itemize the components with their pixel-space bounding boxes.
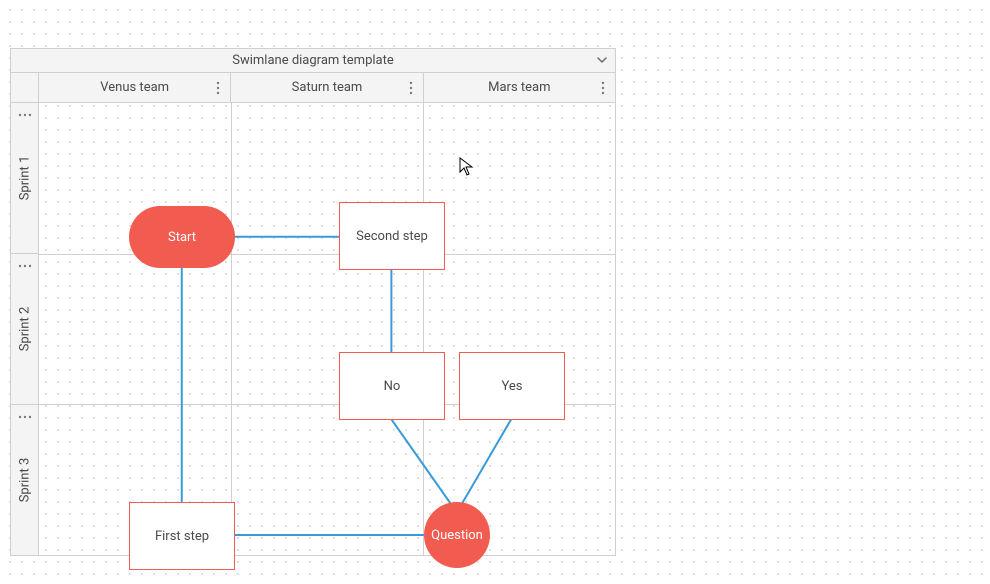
node-label: Question	[431, 528, 483, 543]
node-label: Start	[168, 230, 196, 245]
more-horizontal-icon[interactable]	[17, 411, 33, 423]
row-label: Sprint 1	[17, 156, 32, 201]
node-question[interactable]: Question	[424, 502, 490, 568]
connector-yes-question[interactable]	[462, 419, 511, 503]
column-header-mars[interactable]: Mars team	[424, 73, 615, 102]
chevron-down-icon[interactable]	[595, 53, 609, 67]
node-start[interactable]: Start	[129, 206, 235, 268]
corner-cell	[11, 73, 39, 102]
node-label: First step	[155, 529, 209, 544]
row-header-sprint2[interactable]: Sprint 2	[11, 254, 39, 405]
row-headers: Sprint 1 Sprint 2 Sprint 3	[11, 103, 39, 555]
column-label: Venus team	[100, 80, 169, 95]
swimlane-title-bar[interactable]: Swimlane diagram template	[11, 49, 615, 73]
more-vertical-icon[interactable]	[597, 80, 609, 96]
more-vertical-icon[interactable]	[212, 80, 224, 96]
more-horizontal-icon[interactable]	[17, 260, 33, 272]
row-label: Sprint 2	[17, 307, 32, 352]
more-horizontal-icon[interactable]	[17, 109, 33, 121]
swimlane-title: Swimlane diagram template	[232, 53, 394, 68]
node-secondStep[interactable]: Second step	[339, 202, 445, 270]
row-label: Sprint 3	[17, 458, 32, 503]
row-header-sprint1[interactable]: Sprint 1	[11, 103, 39, 254]
column-label: Saturn team	[292, 80, 363, 95]
swimlane-grid[interactable]: Start Second step No Yes First step Question	[39, 103, 615, 555]
node-yes[interactable]: Yes	[459, 352, 565, 420]
swimlane-container[interactable]: Swimlane diagram template Venus team Sat…	[10, 48, 616, 556]
connectors-layer	[39, 103, 615, 555]
column-label: Mars team	[488, 80, 550, 95]
node-firstStep[interactable]: First step	[129, 502, 235, 570]
column-headers: Venus team Saturn team Mars team	[11, 73, 615, 103]
node-label: Yes	[502, 379, 523, 394]
connector-no-question[interactable]	[391, 419, 450, 503]
more-vertical-icon[interactable]	[405, 80, 417, 96]
node-no[interactable]: No	[339, 352, 445, 420]
node-label: No	[384, 379, 401, 394]
column-header-saturn[interactable]: Saturn team	[231, 73, 423, 102]
column-header-venus[interactable]: Venus team	[39, 73, 231, 102]
row-header-sprint3[interactable]: Sprint 3	[11, 405, 39, 555]
node-label: Second step	[356, 229, 428, 244]
